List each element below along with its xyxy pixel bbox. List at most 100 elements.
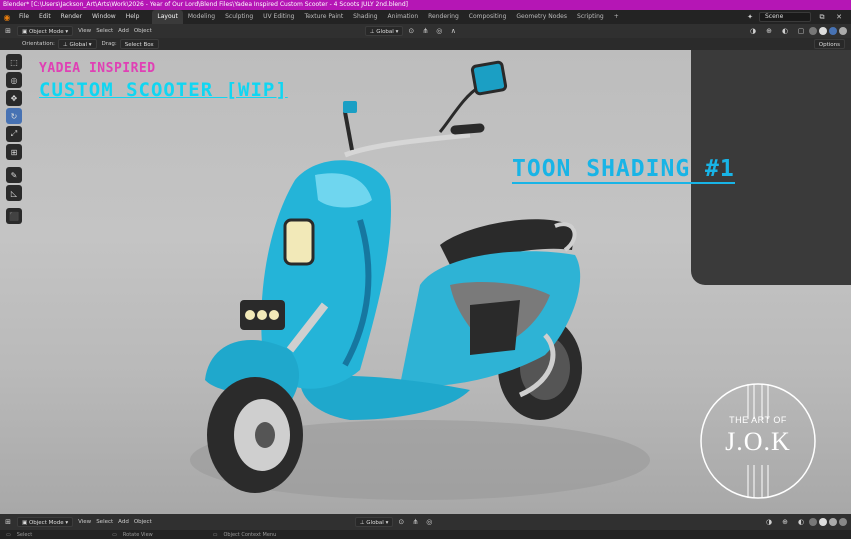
bottom-material-icon[interactable] <box>829 518 837 526</box>
editor-type-icon[interactable]: ⊞ <box>2 26 14 36</box>
bottom-wireframe-icon[interactable] <box>809 518 817 526</box>
orientation-setting-value: Global <box>69 42 87 48</box>
top-menu-bar: ◉ File Edit Render Window Help Layout Mo… <box>0 10 851 24</box>
bottom-orientation-label: Global <box>366 520 384 526</box>
watermark-line-2: J.O.K <box>725 427 791 456</box>
orientation-label: Global <box>376 29 394 35</box>
solid-shading-icon[interactable] <box>819 27 827 35</box>
viewport-header: ⊞ ▣ Object Mode ▾ View Select Add Object… <box>0 24 851 38</box>
gizmo-icon[interactable]: ⊕ <box>763 26 775 36</box>
bottom-editor-header: ⊞ ▣ Object Mode ▾ View Select Add Object… <box>0 514 851 530</box>
bottom-menu-add[interactable]: Add <box>118 519 129 525</box>
status-select: Select <box>16 531 33 538</box>
3d-viewport[interactable]: ⬚ ◎ ✥ ↻ ⤢ ⊞ ✎ ◺ ⬛ YADEA INSPIRED CUSTOM … <box>0 50 851 514</box>
add-cube-tool-icon[interactable]: ⬛ <box>6 208 22 224</box>
tab-rendering[interactable]: Rendering <box>423 10 464 24</box>
menu-help[interactable]: Help <box>121 10 145 24</box>
delete-scene-icon[interactable]: ✕ <box>833 12 845 22</box>
tool-shelf: ⬚ ◎ ✥ ↻ ⤢ ⊞ ✎ ◺ ⬛ <box>6 54 24 224</box>
overlay-title-main: CUSTOM SCOOTER [WIP] <box>39 79 288 101</box>
material-shading-icon[interactable] <box>829 27 837 35</box>
annotate-tool-icon[interactable]: ✎ <box>6 167 22 183</box>
tab-scripting[interactable]: Scripting <box>572 10 609 24</box>
status-rotate: Rotate View <box>122 531 153 538</box>
proportional-edit-icon[interactable]: ◎ <box>433 26 445 36</box>
bottom-editor-type-icon[interactable]: ⊞ <box>2 517 14 527</box>
cursor-tool-icon[interactable]: ◎ <box>6 72 22 88</box>
scene-icon[interactable]: ✦ <box>744 12 756 22</box>
bottom-gizmo-icon[interactable]: ⊕ <box>779 517 791 527</box>
tab-texture-paint[interactable]: Texture Paint <box>299 10 348 24</box>
tab-sculpting[interactable]: Sculpting <box>220 10 258 24</box>
bottom-snap-icon[interactable]: ⋔ <box>409 517 421 527</box>
select-tool-icon[interactable]: ⬚ <box>6 54 22 70</box>
status-bar: ▭ Select ▭ Rotate View ▭ Object Context … <box>0 530 851 539</box>
mode-label: Object Mode <box>28 29 64 35</box>
scene-selector: ✦ Scene ⧉ ✕ <box>742 12 845 22</box>
snap-icon[interactable]: ⋔ <box>419 26 431 36</box>
status-context: Object Context Menu <box>223 531 277 538</box>
rotate-tool-icon[interactable]: ↻ <box>6 108 22 124</box>
tab-layout[interactable]: Layout <box>152 10 183 24</box>
bottom-mode-label: Object Mode <box>28 520 64 526</box>
tab-shading[interactable]: Shading <box>348 10 382 24</box>
bottom-visibility-icon[interactable]: ◑ <box>763 517 775 527</box>
window-title-bar: Blender* [C:\Users\Jackson_Art\Arts\Work… <box>0 0 851 10</box>
menu-view[interactable]: View <box>78 28 91 34</box>
menu-select[interactable]: Select <box>96 28 113 34</box>
tab-uv-editing[interactable]: UV Editing <box>258 10 299 24</box>
menu-file[interactable]: File <box>14 10 34 24</box>
scale-tool-icon[interactable]: ⤢ <box>6 126 22 142</box>
falloff-icon[interactable]: ∧ <box>447 26 459 36</box>
blender-logo-icon[interactable]: ◉ <box>0 10 14 24</box>
menu-window[interactable]: Window <box>87 10 121 24</box>
rendered-shading-icon[interactable] <box>839 27 847 35</box>
status-mouse-left-icon: ▭ <box>6 531 11 538</box>
scene-field[interactable]: Scene <box>759 12 811 22</box>
orientation-setting-label: Orientation: <box>22 41 55 47</box>
bottom-mode-selector[interactable]: ▣ Object Mode ▾ <box>17 517 74 527</box>
bottom-menu-object[interactable]: Object <box>134 519 152 525</box>
mirror <box>470 60 508 96</box>
bottom-solid-icon[interactable] <box>819 518 827 526</box>
tab-modeling[interactable]: Modeling <box>183 10 220 24</box>
bottom-menu-view[interactable]: View <box>78 519 91 525</box>
add-workspace-button[interactable]: + <box>609 10 624 24</box>
orientation-setting[interactable]: ⊥ Global ▾ <box>57 39 97 49</box>
watermark-logo: THE ART OF J.O.K <box>698 381 818 501</box>
tab-compositing[interactable]: Compositing <box>464 10 512 24</box>
bottom-proportional-icon[interactable]: ◎ <box>423 517 435 527</box>
pivot-icon[interactable]: ⊙ <box>405 26 417 36</box>
tab-geometry-nodes[interactable]: Geometry Nodes <box>511 10 572 24</box>
tool-settings-bar: Orientation: ⊥ Global ▾ Drag: Select Box… <box>0 38 851 50</box>
bottom-rendered-icon[interactable] <box>839 518 847 526</box>
menu-add[interactable]: Add <box>118 28 129 34</box>
bottom-transform-orientation[interactable]: ⊥ Global ▾ <box>354 517 394 527</box>
viewport-shading-tools: ◑ ⊕ ◐ ▢ <box>745 26 847 36</box>
xray-icon[interactable]: ▢ <box>795 26 807 36</box>
copy-scene-icon[interactable]: ⧉ <box>816 12 828 22</box>
bottom-menu-select[interactable]: Select <box>96 519 113 525</box>
overlay-icon[interactable]: ◐ <box>779 26 791 36</box>
drag-setting[interactable]: Select Box <box>119 39 159 49</box>
overlay-title-small: YADEA INSPIRED <box>39 61 156 76</box>
menu-render[interactable]: Render <box>56 10 87 24</box>
headlight <box>283 218 315 266</box>
menu-edit[interactable]: Edit <box>34 10 56 24</box>
measure-tool-icon[interactable]: ◺ <box>6 185 22 201</box>
bottom-shading-tools: ◑ ⊕ ◐ <box>761 517 847 527</box>
tab-animation[interactable]: Animation <box>383 10 424 24</box>
bottom-overlay-icon[interactable]: ◐ <box>795 517 807 527</box>
drag-label: Drag: <box>101 41 117 47</box>
bottom-pivot-icon[interactable]: ⊙ <box>395 517 407 527</box>
mode-selector[interactable]: ▣ Object Mode ▾ <box>17 26 74 36</box>
options-button[interactable]: Options <box>813 39 845 49</box>
visibility-icon[interactable]: ◑ <box>747 26 759 36</box>
transform-tool-icon[interactable]: ⊞ <box>6 144 22 160</box>
wireframe-shading-icon[interactable] <box>809 27 817 35</box>
move-tool-icon[interactable]: ✥ <box>6 90 22 106</box>
menu-object[interactable]: Object <box>134 28 152 34</box>
overlay-subtitle: TOON SHADING #1 <box>512 156 735 184</box>
transform-orientation[interactable]: ⊥ Global ▾ <box>364 26 404 36</box>
handlebars <box>344 132 471 158</box>
